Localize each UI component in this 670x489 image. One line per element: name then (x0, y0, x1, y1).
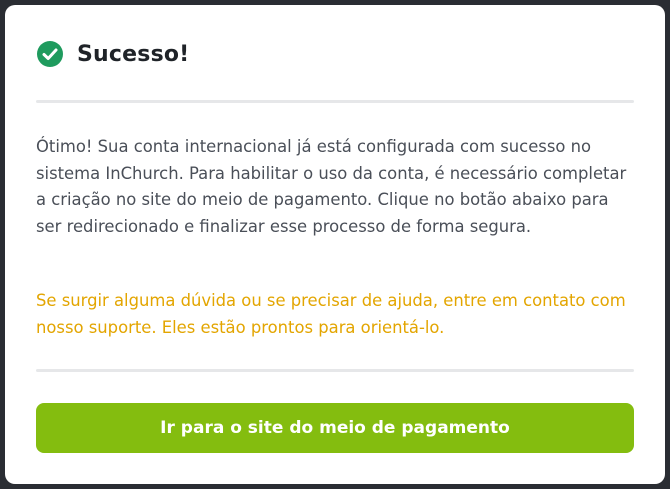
footer-divider (36, 369, 634, 372)
support-message: Se surgir alguma dúvida ou se precisar d… (36, 291, 626, 337)
check-circle-icon (36, 40, 64, 68)
header-divider (36, 100, 634, 103)
dialog-title: Sucesso! (77, 41, 190, 67)
success-dialog: Sucesso! Ótimo! Sua conta internacional … (5, 5, 665, 484)
dialog-header: Sucesso! (36, 38, 189, 70)
go-to-payment-site-button[interactable]: Ir para o site do meio de pagamento (36, 403, 634, 453)
dialog-message: Ótimo! Sua conta internacional já está c… (36, 137, 627, 236)
